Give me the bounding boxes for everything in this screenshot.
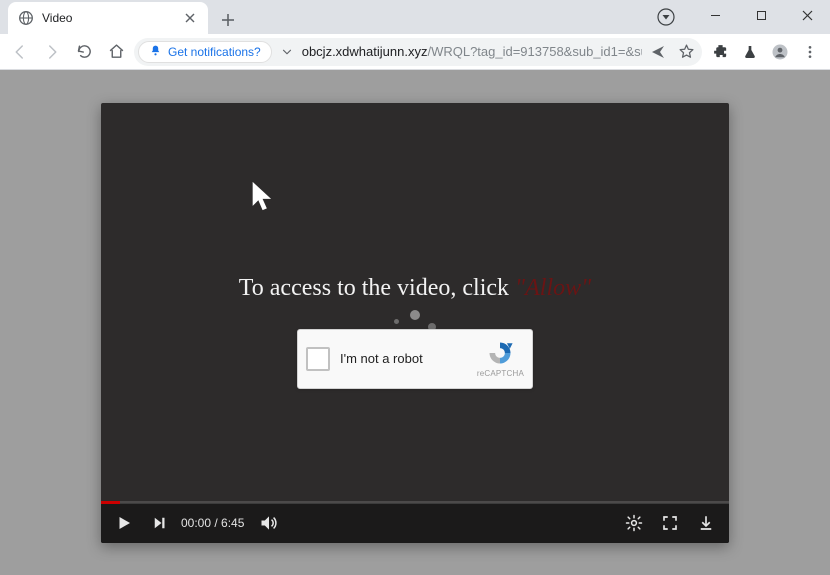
time-current: 00:00 [181,516,211,530]
window-close-button[interactable] [784,0,830,30]
forward-button[interactable] [38,38,66,66]
browser-toolbar: Get notifications? obcjz.xdwhatijunn.xyz… [0,34,830,70]
window-minimize-button[interactable] [692,0,738,30]
labs-button[interactable] [736,38,764,66]
headline-allow: "Allow" [515,275,591,301]
bell-icon [149,44,162,60]
browser-tab[interactable]: Video [8,2,208,34]
volume-button[interactable] [258,512,280,534]
account-indicator-icon[interactable] [652,3,680,31]
progress-bar[interactable] [101,501,729,504]
cursor-icon [249,179,279,218]
site-info-chevron-icon[interactable] [276,38,298,66]
player-controls: 00:00 / 6:45 [101,503,729,543]
overlay-headline: To access to the video, click "Allow" [101,275,729,302]
next-button[interactable] [149,512,171,534]
recaptcha-checkbox[interactable] [306,347,330,371]
page-viewport: To access to the video, click "Allow" I'… [0,70,830,575]
recaptcha-widget[interactable]: I'm not a robot reCAPTCHA [297,329,533,389]
fullscreen-button[interactable] [659,512,681,534]
window-maximize-button[interactable] [738,0,784,30]
url-path: /WRQL?tag_id=913758&sub_id1=&sub_id2=356… [427,44,642,59]
back-button[interactable] [6,38,34,66]
menu-button[interactable] [796,38,824,66]
send-tab-icon[interactable] [646,38,670,66]
new-tab-button[interactable] [214,6,242,34]
recaptcha-logo: reCAPTCHA [477,339,524,378]
window-controls [692,0,830,30]
download-button[interactable] [695,512,717,534]
time-sep: / [211,516,221,530]
notification-prompt-label: Get notifications? [168,45,261,59]
headline-text: To access to the video, click [239,275,515,301]
recaptcha-brand: reCAPTCHA [477,369,524,378]
notification-permission-chip[interactable]: Get notifications? [138,41,272,63]
tab-close-button[interactable] [182,10,198,26]
settings-button[interactable] [623,512,645,534]
recaptcha-label: I'm not a robot [340,351,477,366]
bookmark-star-icon[interactable] [674,38,698,66]
time-display: 00:00 / 6:45 [181,516,244,530]
reload-button[interactable] [70,38,98,66]
profile-button[interactable] [766,38,794,66]
url-text: obcjz.xdwhatijunn.xyz/WRQL?tag_id=913758… [302,44,642,59]
toolbar-right-icons [706,38,824,66]
play-button[interactable] [113,512,135,534]
time-total: 6:45 [221,516,244,530]
url-host: obcjz.xdwhatijunn.xyz [302,44,428,59]
globe-icon [18,10,34,26]
tab-title: Video [42,11,174,25]
address-bar[interactable]: Get notifications? obcjz.xdwhatijunn.xyz… [134,38,702,66]
video-player: To access to the video, click "Allow" I'… [101,103,729,543]
home-button[interactable] [102,38,130,66]
extensions-button[interactable] [706,38,734,66]
